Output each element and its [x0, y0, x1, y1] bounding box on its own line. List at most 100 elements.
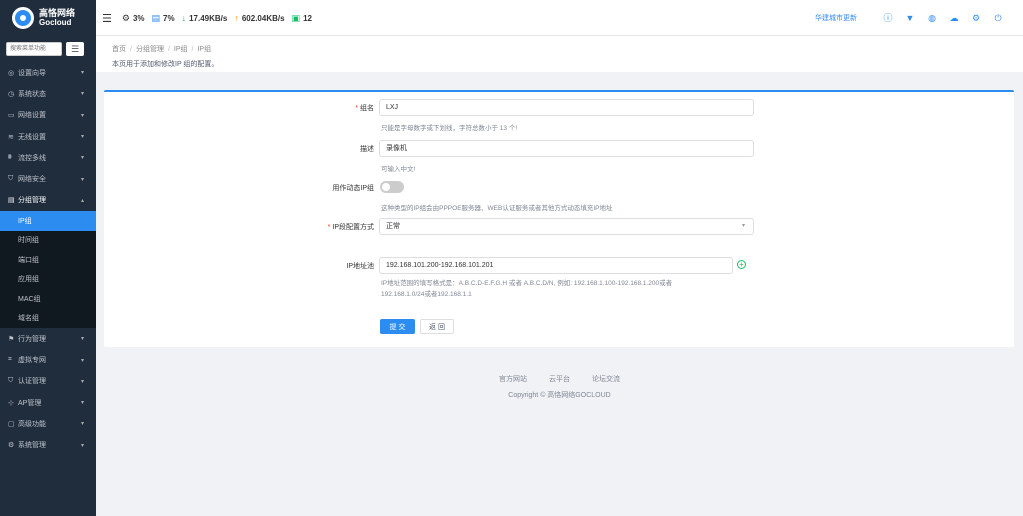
sidebar-item-label: 高级功能	[18, 420, 46, 428]
sidebar-item-auth[interactable]: ⛉ 认证管理 ▾	[0, 371, 96, 392]
chevron-down-icon: ▾	[741, 223, 745, 229]
behavior-icon: ⚑	[8, 335, 15, 343]
breadcrumb-ip-group[interactable]: IP组	[174, 46, 188, 53]
ip-pool-hint-line1: IP地址范围的填写格式是：A.B.C.D-E.F.G.H 或者 A.B.C.D/…	[381, 280, 673, 287]
chevron-down-icon: ▾	[80, 112, 84, 119]
download-speed: 17.49KB/s	[189, 13, 228, 23]
cpu-icon: ⚙	[121, 12, 130, 23]
sidebar-item-status[interactable]: ◷ 系统状态 ▾	[0, 83, 96, 104]
sidebar-subitem-mac-group[interactable]: MAC组	[0, 289, 96, 309]
sidebar-subitem-ip-group[interactable]: IP组	[0, 211, 96, 231]
cpu-usage: 3%	[132, 13, 145, 23]
footer: 官方网站 云平台 论坛交流 Copyright © 高恪网络GOCLOUD	[96, 374, 1023, 400]
sidebar-item-label: AP管理	[18, 399, 42, 407]
info-icon[interactable]: ⓘ	[883, 13, 893, 23]
chevron-down-icon: ▾	[80, 357, 84, 364]
wizard-icon: ◎	[8, 69, 15, 77]
group-name-input[interactable]: LXJ	[379, 99, 754, 116]
chevron-down-icon: ▾	[80, 70, 84, 77]
sidebar-item-network[interactable]: ▭ 网络设置 ▾	[0, 105, 96, 126]
sidebar-item-groups[interactable]: ▤ 分组管理 ▴	[0, 190, 96, 211]
online-devices-icon: ▣	[291, 12, 301, 23]
footer-link-forum[interactable]: 论坛交流	[592, 376, 620, 383]
dynamic-ip-label: 用作动态IP组	[332, 185, 374, 192]
system-stats: ☰ ⚙ 3% ▤ 7% ↓ 17.49KB/s ↑ 602.04KB/s ▣ 12	[102, 0, 312, 36]
sidebar-item-label: 系统状态	[18, 90, 46, 98]
memory-usage: 7%	[163, 13, 175, 23]
submit-button[interactable]: 提 交	[380, 319, 415, 334]
sidebar-item-label: 无线设置	[18, 133, 46, 141]
main-content: 首页 / 分组管理 / IP组 / IP组 本页用于添加和修改IP 组的配置。 * 组名 LX…	[96, 36, 1023, 516]
breadcrumb-groups[interactable]: 分组管理	[136, 46, 164, 53]
sidebar-item-label: 流控多线	[18, 154, 46, 162]
description-label: 描述	[360, 146, 374, 153]
sidebar-item-label: 网络安全	[18, 176, 46, 184]
ip-mode-select[interactable]: 正常 ▾	[379, 218, 754, 235]
back-button[interactable]: 返 回	[420, 319, 454, 334]
ip-mode-label: * IP段配置方式	[327, 224, 374, 231]
wifi-icon: ≋	[8, 133, 14, 141]
sidebar: ☰ ◎设置向导 ▾ ◷系统状态 ▾ ▭网络设置 ▾ ≋ 无线设置 ▾ ⩩ 流控多线 ▾ ⛉ 网络…	[0, 36, 96, 516]
gear-icon[interactable]: ⚙	[971, 13, 981, 23]
auth-icon: ⛉	[8, 377, 14, 385]
description-input[interactable]: 录像机	[379, 140, 754, 157]
top-bar: 高恪网络 Gocloud ☰ ⚙ 3% ▤ 7% ↓ 17.49KB/s ↑ 602.0…	[0, 0, 1023, 36]
sidebar-subitem-time-group[interactable]: 时间组	[0, 231, 96, 251]
chevron-up-icon: ▴	[80, 197, 84, 204]
sidebar-item-label: 行为管理	[18, 335, 46, 343]
sidebar-item-ap[interactable]: ⊹ AP管理 ▾	[0, 392, 96, 413]
copyright: Copyright © 高恪网络GOCLOUD	[508, 392, 611, 399]
group-name-hint: 只能是字母数字或下划线，字符总数小于 13 个!	[381, 125, 518, 132]
sidebar-item-label: 虚拟专网	[18, 357, 46, 365]
logo[interactable]: 高恪网络 Gocloud	[0, 0, 96, 36]
breadcrumb: 首页 / 分组管理 / IP组 / IP组	[112, 46, 212, 53]
advanced-icon: ▢	[8, 420, 15, 428]
globe-icon[interactable]: ◍	[927, 13, 937, 23]
sidebar-item-advanced[interactable]: ▢ 高级功能 ▾	[0, 413, 96, 434]
online-count: 12	[303, 13, 312, 23]
shirt-icon[interactable]: ▼	[905, 13, 915, 23]
sidebar-subitem-domain-group[interactable]: 域名组	[0, 309, 96, 329]
chevron-down-icon: ▾	[80, 378, 84, 385]
menu-list-button[interactable]: ☰	[66, 42, 84, 56]
exit-icon[interactable]: ⏻	[993, 13, 1003, 23]
menu-collapse-icon[interactable]: ☰	[102, 12, 112, 25]
sidebar-subitem-port-group[interactable]: 端口组	[0, 250, 96, 270]
footer-link-official[interactable]: 官方网站	[499, 376, 527, 383]
flow-icon: ⩩	[8, 153, 12, 161]
ip-mode-value: 正常	[386, 223, 400, 230]
update-link[interactable]: 华建城市更新	[815, 13, 857, 23]
page-header: 首页 / 分组管理 / IP组 / IP组 本页用于添加和修改IP 组的配置。	[96, 36, 1023, 72]
sidebar-item-vpn[interactable]: ⌗ 虚拟专网 ▾	[0, 349, 96, 370]
sidebar-item-security[interactable]: ⛉ 网络安全 ▾	[0, 168, 96, 189]
cloud-download-icon[interactable]: ☁	[949, 13, 959, 23]
page-description: 本页用于添加和修改IP 组的配置。	[112, 61, 219, 68]
logo-icon	[12, 7, 34, 29]
chevron-down-icon: ▾	[80, 91, 84, 98]
ip-pool-hint-line2: 192.168.1.0/24或者192.168.1.1	[381, 291, 472, 298]
chevron-down-icon: ▾	[80, 155, 84, 162]
ip-pool-input[interactable]: 192.168.101.200-192.168.101.201	[379, 257, 733, 274]
sidebar-item-system[interactable]: ⚙ 系统管理 ▾	[0, 435, 96, 456]
chevron-down-icon: ▾	[80, 400, 84, 407]
memory-icon: ▤	[151, 12, 161, 23]
sidebar-item-behavior[interactable]: ⚑ 行为管理 ▾	[0, 328, 96, 349]
sidebar-item-label: 网络设置	[18, 112, 46, 120]
sidebar-item-wireless[interactable]: ≋ 无线设置 ▾	[0, 126, 96, 147]
chevron-down-icon: ▾	[80, 442, 84, 449]
ip-pool-label: IP地址池	[346, 263, 374, 270]
footer-link-cloud[interactable]: 云平台	[549, 376, 570, 383]
sidebar-submenu-groups: IP组 时间组 端口组 应用组 MAC组 域名组	[0, 211, 96, 329]
dynamic-ip-hint: 这种类型的IP组会由PPPOE服务器、WEB认证服务或者其他方式动态填充IP地址	[381, 205, 613, 212]
sidebar-subitem-app-group[interactable]: 应用组	[0, 270, 96, 290]
chevron-down-icon: ▾	[80, 176, 84, 183]
system-icon: ⚙	[8, 442, 15, 450]
sidebar-item-wizard[interactable]: ◎ 设置向导 ▾	[0, 62, 96, 83]
logo-text-en: Gocloud	[39, 18, 72, 27]
group-name-label: * 组名	[355, 105, 374, 112]
breadcrumb-home[interactable]: 首页	[112, 46, 126, 53]
dynamic-ip-toggle[interactable]	[380, 181, 404, 193]
sidebar-item-flow[interactable]: ⩩ 流控多线 ▾	[0, 147, 96, 168]
menu-search-input[interactable]	[6, 42, 62, 56]
add-circle-icon[interactable]: +	[737, 260, 746, 269]
